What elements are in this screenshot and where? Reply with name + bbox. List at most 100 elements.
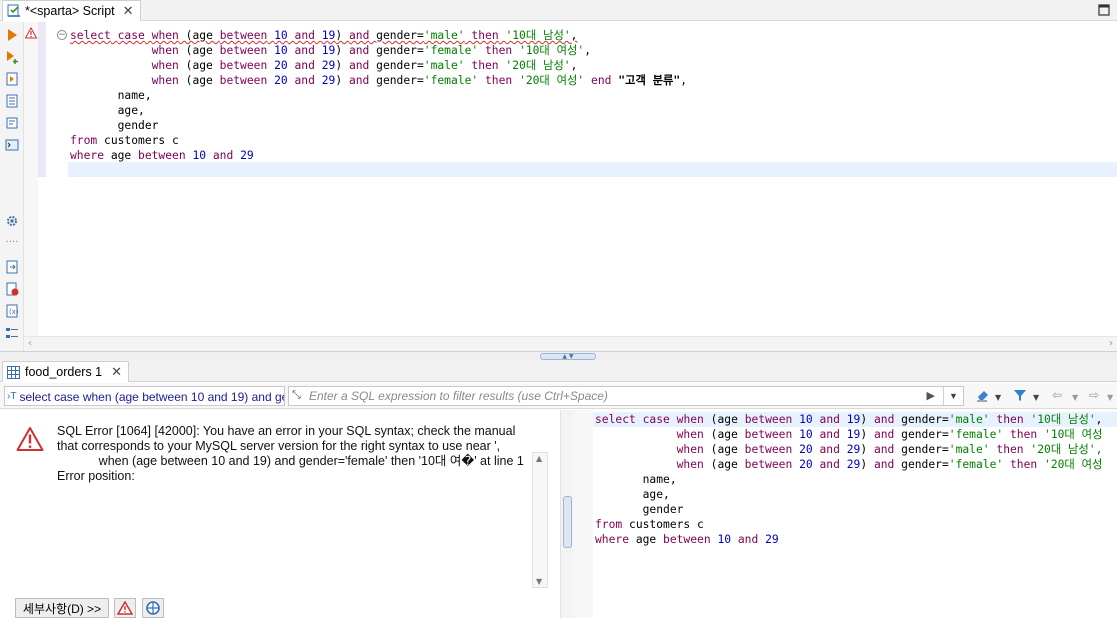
execute-script-new-tab-icon[interactable] — [5, 94, 19, 108]
result-tab[interactable]: food_orders 1 ✕ — [2, 361, 130, 382]
problems-icon[interactable] — [5, 282, 19, 296]
editor-tab[interactable]: *<sparta> Script ✕ — [2, 0, 141, 21]
sql-panel-line[interactable]: when (age between 10 and 19) and gender=… — [595, 427, 1103, 442]
execute-in-new-tab-icon[interactable] — [5, 50, 19, 64]
back-dropdown-icon[interactable]: ▼ — [1072, 391, 1078, 405]
sql-panel-line[interactable]: select case when (age between 10 and 19)… — [595, 412, 1102, 427]
editor-line[interactable]: when (age between 20 and 29) and gender=… — [70, 58, 1110, 73]
editor-line[interactable]: when (age between 10 and 19) and gender=… — [70, 43, 1110, 58]
active-query-field[interactable]: ›T select case when (age between 10 and … — [4, 386, 285, 406]
editor-line[interactable]: select case when (age between 10 and 19)… — [70, 28, 1110, 43]
details-button[interactable]: 세부사항(D) >> — [15, 598, 109, 618]
editor-line[interactable]: from customers c — [70, 133, 1110, 148]
scroll-down-icon[interactable]: ▼ — [536, 577, 542, 586]
sql-panel-line[interactable]: where age between 10 and 29 — [595, 532, 1102, 547]
editor-token — [288, 29, 295, 42]
results-tab-bar: food_orders 1 ✕ — [0, 360, 1117, 382]
sql-panel-token: , — [1095, 413, 1103, 426]
editor-token — [478, 74, 485, 87]
error-sql-splitter[interactable] — [560, 410, 573, 618]
editor-token: age — [104, 149, 139, 162]
sql-panel-token: (age — [703, 443, 745, 456]
toolbar-overflow-icon[interactable]: ···· — [5, 236, 19, 250]
variables-icon[interactable]: (x) — [5, 304, 19, 318]
failed-query-panel: select case when (age between 10 and 19)… — [573, 410, 1117, 618]
execute-script-icon[interactable] — [5, 72, 19, 86]
expand-filter-icon[interactable]: ⤡ — [292, 389, 306, 403]
editor-token: "고객 분류" — [618, 74, 681, 87]
editor-horizontal-scrollbar[interactable]: ‹ › — [24, 336, 1117, 351]
scroll-left-icon[interactable]: ‹ — [28, 338, 32, 349]
error-message: SQL Error [1064] [42000]: You have an er… — [57, 424, 524, 483]
search-error-online-button[interactable] — [142, 598, 164, 618]
filter-expression-input[interactable]: ⤡ Enter a SQL expression to filter resul… — [288, 386, 964, 406]
sql-panel-token: and — [819, 428, 840, 441]
sql-panel-line[interactable]: from customers c — [595, 517, 1102, 532]
vertical-splitter-handle[interactable] — [563, 496, 572, 548]
filter-dropdown-icon[interactable]: ▼ — [1033, 391, 1039, 405]
editor-token — [478, 44, 485, 57]
splitter-handle[interactable]: ▲ ▼ — [540, 353, 596, 360]
sql-panel-token: 29 — [846, 458, 861, 471]
editor-line[interactable]: name, — [70, 88, 1110, 103]
sql-panel-token: (age — [703, 428, 745, 441]
editor-token: , — [570, 59, 578, 72]
execute-statement-icon[interactable] — [5, 28, 19, 42]
sql-panel-token: 19 — [846, 413, 861, 426]
terminal-icon[interactable] — [5, 138, 19, 152]
editor-token — [70, 59, 152, 72]
apply-filter-icon[interactable]: ▶ — [927, 389, 935, 402]
failed-query-text[interactable]: select case when (age between 10 and 19)… — [595, 412, 1102, 547]
sql-panel-token: when — [676, 413, 704, 426]
error-vertical-scrollbar[interactable]: ▲ ▼ — [532, 452, 548, 588]
filter-history-dropdown[interactable]: ▼ — [943, 387, 963, 405]
panel-splitter[interactable]: ▲ ▼ — [0, 351, 1117, 360]
sql-panel-token: between — [744, 428, 793, 441]
sql-panel-line[interactable]: age, — [595, 487, 1102, 502]
sql-panel-token: 10 — [799, 413, 813, 426]
sql-panel-token: (age — [703, 413, 745, 426]
sql-panel-token — [840, 428, 847, 441]
settings-gear-icon[interactable] — [5, 214, 19, 228]
editor-token: 10 — [274, 29, 288, 42]
back-arrow-icon[interactable]: ⇦ — [1052, 388, 1062, 402]
sql-panel-line[interactable]: gender — [595, 502, 1102, 517]
explain-plan-icon[interactable] — [5, 116, 19, 130]
scroll-right-icon[interactable]: › — [1109, 338, 1113, 349]
editor-token: , — [680, 74, 688, 87]
sql-panel-token: ) — [860, 413, 874, 426]
editor-line[interactable]: gender — [70, 118, 1110, 133]
editor-line[interactable]: where age between 10 and 29 — [70, 148, 1110, 163]
editor-token: 'male' — [423, 29, 465, 42]
editor-token: 'female' — [423, 44, 479, 57]
filter-funnel-icon[interactable] — [1013, 388, 1027, 402]
sql-panel-token: and — [873, 413, 895, 426]
fold-collapse-icon[interactable]: − — [57, 30, 67, 40]
sql-panel-token — [595, 428, 677, 441]
sql-panel-line[interactable]: when (age between 20 and 29) and gender=… — [595, 457, 1103, 472]
sql-panel-line[interactable]: when (age between 20 and 29) and gender=… — [595, 442, 1103, 457]
outline-icon[interactable] — [5, 326, 19, 340]
sql-panel-token: then — [996, 413, 1024, 426]
filter-placeholder: Enter a SQL expression to filter results… — [309, 389, 608, 403]
sql-editor[interactable]: select case when (age between 10 and 19)… — [70, 28, 1110, 163]
close-result-tab-icon[interactable]: ✕ — [111, 364, 122, 380]
editor-token: gender= — [369, 74, 424, 87]
scroll-up-icon[interactable]: ▲ — [536, 454, 542, 463]
show-errors-button[interactable] — [114, 598, 136, 618]
editor-line[interactable]: when (age between 20 and 29) and gender=… — [70, 73, 1110, 88]
maximize-icon[interactable] — [1097, 3, 1111, 17]
sql-panel-token: then — [1010, 428, 1038, 441]
editor-token: and — [348, 29, 370, 42]
forward-arrow-icon[interactable]: ⇨ — [1089, 388, 1099, 402]
sql-panel-line[interactable]: name, — [595, 472, 1102, 487]
sql-panel-token: 'male' — [948, 413, 990, 426]
export-icon[interactable] — [5, 260, 19, 274]
eraser-dropdown-icon[interactable]: ▼ — [995, 391, 1001, 405]
syntax-warning-icon[interactable] — [25, 27, 37, 39]
close-tab-icon[interactable]: ✕ — [123, 3, 134, 19]
forward-dropdown-icon[interactable]: ▼ — [1107, 391, 1113, 405]
editor-line[interactable]: age, — [70, 103, 1110, 118]
sql-panel-token: name, — [595, 473, 677, 486]
eraser-icon[interactable] — [975, 388, 991, 402]
